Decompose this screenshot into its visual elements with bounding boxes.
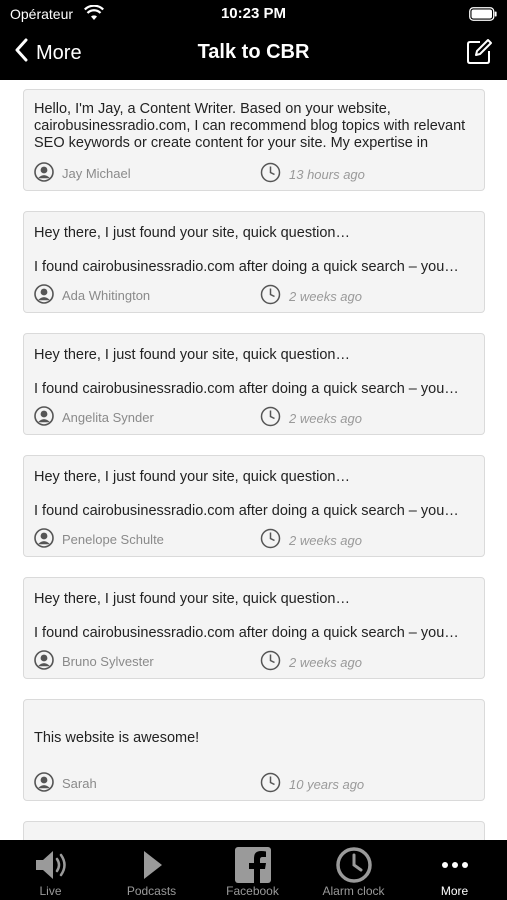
message-time: 2 weeks ago (260, 650, 362, 671)
clock-icon (260, 162, 281, 183)
time-ago: 2 weeks ago (289, 288, 362, 304)
message-text: I found cairobusinessradio.com after doi… (34, 503, 459, 519)
clock-icon (260, 650, 281, 671)
message-time: 2 weeks ago (260, 528, 362, 549)
tab-label: Alarm clock (322, 884, 385, 898)
clock-icon (260, 284, 281, 305)
message-author: Ada Whitington (34, 284, 150, 304)
author-name: Penelope Schulte (62, 532, 164, 547)
tab-more[interactable]: More (404, 840, 505, 900)
tab-label: Podcasts (126, 884, 177, 898)
alarm-clock-icon (303, 846, 404, 884)
status-time: 10:23 PM (220, 5, 287, 22)
time-ago: 10 years ago (289, 776, 365, 792)
message-card[interactable]: Hey there, I just found your site, quick… (23, 211, 485, 313)
time-ago: 13 hours ago (289, 166, 365, 182)
user-icon (34, 772, 54, 792)
compose-button[interactable] (465, 38, 493, 71)
message-card[interactable]: Hey there, I just found your site, quick… (23, 455, 485, 557)
message-card[interactable]: This website is awesome! Sarah 10 years … (23, 699, 485, 801)
battery-icon (469, 7, 497, 26)
message-subject: Hey there, I just found your site, quick… (34, 591, 350, 607)
user-icon (34, 650, 54, 670)
message-subject: Hey there, I just found your site, quick… (34, 347, 350, 363)
page-title: Talk to CBR (197, 41, 310, 63)
message-text: I found cairobusinessradio.com after doi… (34, 259, 459, 275)
tab-podcasts[interactable]: Podcasts (101, 840, 202, 900)
message-time: 2 weeks ago (260, 406, 362, 427)
message-time: 10 years ago (260, 772, 364, 793)
speaker-icon (0, 846, 101, 884)
message-time: 13 hours ago (260, 162, 365, 183)
clock-icon (260, 406, 281, 427)
tab-alarm-clock[interactable]: Alarm clock (303, 840, 404, 900)
message-text: Hello, I'm Jay, a Content Writer. Based … (34, 101, 466, 151)
status-bar: Opérateur 10:23 PM (0, 0, 507, 28)
user-icon (34, 406, 54, 426)
user-icon (34, 528, 54, 548)
facebook-icon (202, 846, 303, 884)
author-name: Ada Whitington (62, 288, 151, 303)
tab-bar: Live Podcasts Facebook Alarm clock More (0, 840, 507, 900)
message-meta: Bruno Sylvester 2 weeks ago (34, 650, 476, 671)
tab-facebook[interactable]: Facebook (202, 840, 303, 900)
author-name: Jay Michael (62, 166, 131, 181)
compose-icon (465, 39, 493, 70)
tab-label: Facebook (226, 884, 279, 898)
author-name: Sarah (62, 776, 97, 791)
message-meta: Sarah 10 years ago (34, 772, 476, 793)
more-dots-icon (404, 846, 505, 884)
time-ago: 2 weeks ago (289, 654, 362, 670)
message-meta: Penelope Schulte 2 weeks ago (34, 528, 476, 549)
message-time: 2 weeks ago (260, 284, 362, 305)
clock-icon (260, 772, 281, 793)
message-text: I found cairobusinessradio.com after doi… (34, 381, 459, 397)
message-card[interactable]: Hey there, I just found your site, quick… (23, 333, 485, 435)
time-ago: 2 weeks ago (289, 532, 362, 548)
message-card[interactable]: Hello, I'm Jay, a Content Writer. Based … (23, 89, 485, 191)
time-ago: 2 weeks ago (289, 410, 362, 426)
message-author: Jay Michael (34, 162, 131, 182)
message-card-partial[interactable] (23, 821, 485, 840)
message-meta: Jay Michael 13 hours ago (34, 162, 476, 183)
author-name: Angelita Synder (62, 410, 154, 425)
navigation-bar: More Talk to CBR (0, 28, 507, 80)
message-text: I found cairobusinessradio.com after doi… (34, 625, 459, 641)
tab-label: More (440, 884, 469, 898)
message-subject: Hey there, I just found your site, quick… (34, 469, 350, 485)
play-icon (101, 846, 202, 884)
message-subject: Hey there, I just found your site, quick… (34, 225, 350, 241)
message-card[interactable]: Hey there, I just found your site, quick… (23, 577, 485, 679)
user-icon (34, 284, 54, 304)
message-author: Sarah (34, 772, 97, 792)
message-meta: Ada Whitington 2 weeks ago (34, 284, 476, 305)
message-meta: Angelita Synder 2 weeks ago (34, 406, 476, 427)
tab-label: Live (39, 884, 62, 898)
message-text: This website is awesome! (34, 730, 200, 746)
tab-live[interactable]: Live (0, 840, 101, 900)
messages-list[interactable]: Hello, I'm Jay, a Content Writer. Based … (0, 80, 507, 840)
user-icon (34, 162, 54, 182)
author-name: Bruno Sylvester (62, 654, 154, 669)
message-author: Angelita Synder (34, 406, 154, 426)
message-author: Penelope Schulte (34, 528, 164, 548)
message-author: Bruno Sylvester (34, 650, 154, 670)
clock-icon (260, 528, 281, 549)
